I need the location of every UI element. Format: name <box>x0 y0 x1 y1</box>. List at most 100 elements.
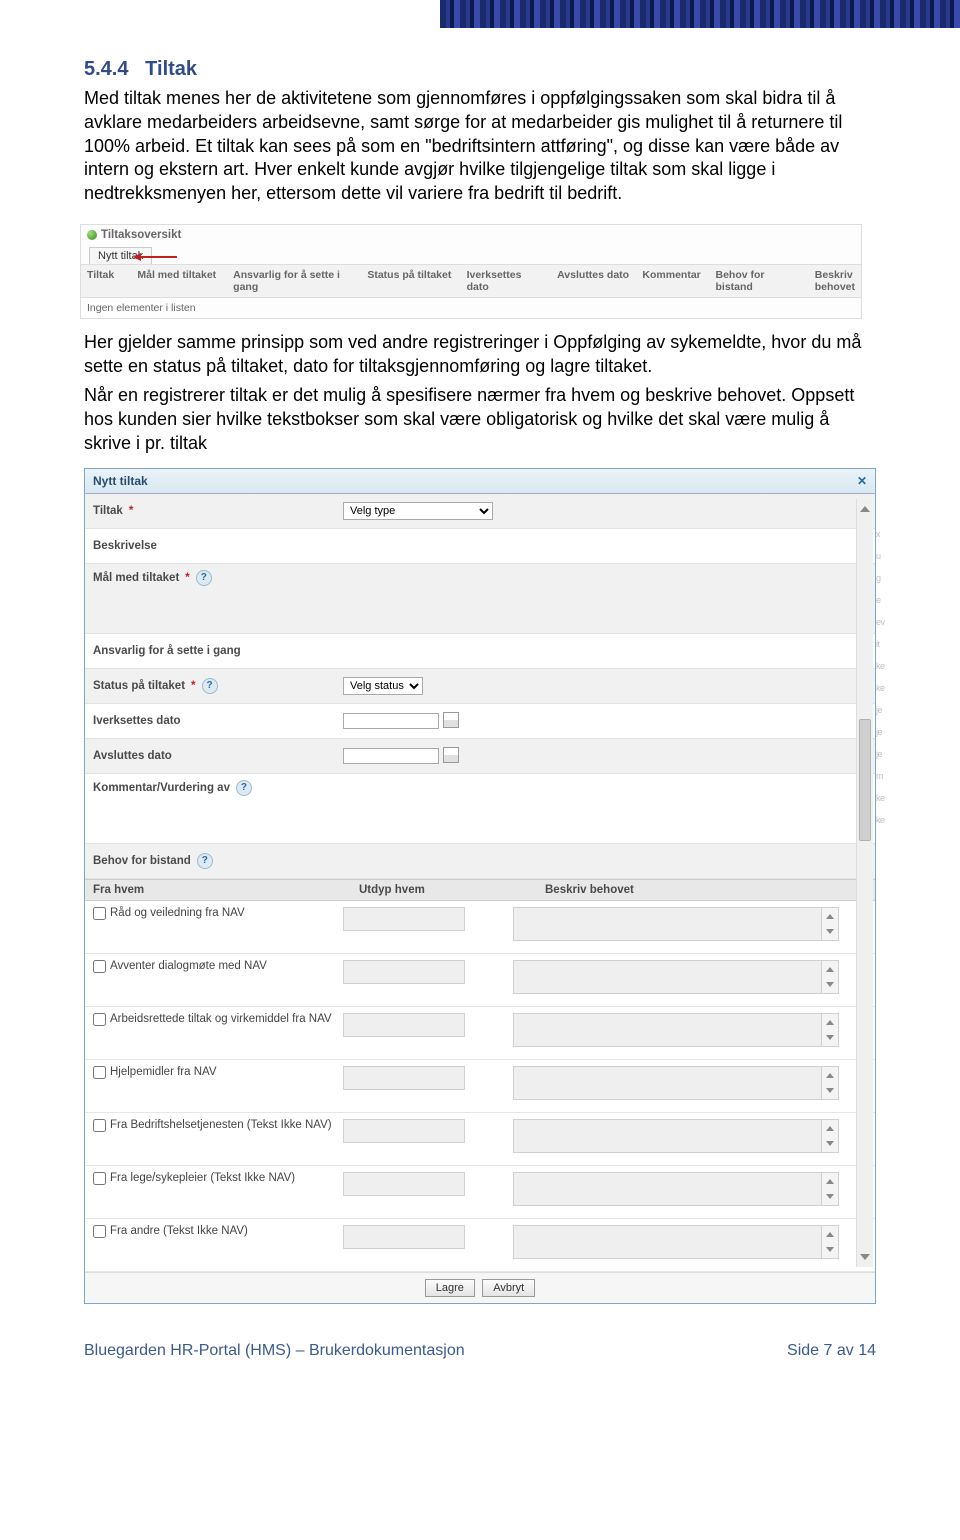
col-tiltak: Tiltak <box>81 265 131 297</box>
footer-right: Side 7 av 14 <box>787 1342 876 1360</box>
bistand-checkbox[interactable] <box>93 1172 106 1185</box>
input-iverksettes-dato[interactable] <box>343 713 439 729</box>
input-avsluttes-dato[interactable] <box>343 748 439 764</box>
select-status[interactable]: Velg status <box>343 677 423 695</box>
bistand-utdyp-input[interactable] <box>343 1066 465 1090</box>
overview-header: Tiltaksoversikt <box>101 229 181 241</box>
bistand-row: Fra andre (Tekst Ikke NAV) <box>85 1219 875 1272</box>
label-kommentar: Kommentar/Vurdering av <box>93 782 230 794</box>
bistand-col-beskriv: Beskriv behovet <box>537 880 875 900</box>
bistand-row: Hjelpemidler fra NAV <box>85 1060 875 1113</box>
col-maal: Mål med tiltaket <box>131 265 227 297</box>
bistand-beskriv-input[interactable] <box>513 1172 839 1206</box>
bistand-utdyp-input[interactable] <box>343 907 465 931</box>
bistand-checkbox[interactable] <box>93 960 106 973</box>
paragraph-1: Med tiltak menes her de aktivitetene som… <box>84 87 876 206</box>
bistand-checkbox[interactable] <box>93 1013 106 1026</box>
cancel-button[interactable]: Avbryt <box>482 1279 535 1297</box>
screenshot-nytt-tiltak-dialog: Nytt tiltak ✕ Tiltak * Velg type Beskrive… <box>84 468 876 1304</box>
bistand-col-utdyp: Utdyp hvem <box>351 880 537 900</box>
bistand-label: Hjelpemidler fra NAV <box>110 1066 217 1078</box>
bistand-label: Fra Bedriftshelsetjenesten (Tekst Ikke N… <box>110 1119 332 1131</box>
dialog-title-bar: Nytt tiltak ✕ <box>85 469 875 494</box>
row-beskrivelse: Beskrivelse <box>85 529 875 564</box>
row-iverksettes: Iverksettes dato <box>85 704 875 739</box>
row-maal: Mål med tiltaket *? <box>85 564 875 634</box>
textarea-scrollbar[interactable] <box>821 1014 838 1046</box>
top-decoration-bar <box>440 0 960 28</box>
label-beskrivelse: Beskrivelse <box>93 540 157 552</box>
overview-columns: Tiltak Mål med tiltaket Ansvarlig for å … <box>81 264 861 298</box>
bistand-label: Råd og veiledning fra NAV <box>110 907 245 919</box>
bistand-utdyp-input[interactable] <box>343 1119 465 1143</box>
textarea-scrollbar[interactable] <box>821 1226 838 1258</box>
bistand-checkbox[interactable] <box>93 1119 106 1132</box>
red-arrow-annotation <box>137 256 177 258</box>
textarea-scrollbar[interactable] <box>821 961 838 993</box>
bistand-header: Fra hvem Utdyp hvem Beskriv behovet <box>85 879 875 901</box>
row-ansvarlig: Ansvarlig for å sette i gang <box>85 634 875 669</box>
label-ansvarlig: Ansvarlig for å sette i gang <box>93 645 241 657</box>
col-status: Status på tiltaket <box>361 265 460 297</box>
label-iverksettes: Iverksettes dato <box>93 715 181 727</box>
required-star: * <box>185 572 189 584</box>
close-icon[interactable]: ✕ <box>857 474 867 488</box>
label-avsluttes: Avsluttes dato <box>93 750 172 762</box>
bistand-label: Arbeidsrettede tiltak og virkemiddel fra… <box>110 1013 332 1025</box>
label-tiltak: Tiltak <box>93 505 123 517</box>
bistand-beskriv-input[interactable] <box>513 960 839 994</box>
calendar-icon[interactable] <box>443 712 459 728</box>
bistand-checkbox[interactable] <box>93 1225 106 1238</box>
textarea-scrollbar[interactable] <box>821 1120 838 1152</box>
bistand-label: Fra lege/sykepleier (Tekst Ikke NAV) <box>110 1172 295 1184</box>
bistand-utdyp-input[interactable] <box>343 1013 465 1037</box>
bistand-beskriv-input[interactable] <box>513 1225 839 1259</box>
bistand-label: Avventer dialogmøte med NAV <box>110 960 267 972</box>
background-ghost-text: xugeevitkekejejejemkeke <box>876 523 890 1264</box>
help-icon[interactable]: ? <box>236 780 252 796</box>
bistand-checkbox[interactable] <box>93 907 106 920</box>
col-iverksettes: Iverksettes dato <box>461 265 552 297</box>
bistand-beskriv-input[interactable] <box>513 1119 839 1153</box>
footer-left: Bluegarden HR-Portal (HMS) – Brukerdokum… <box>84 1342 465 1360</box>
bistand-beskriv-input[interactable] <box>513 1066 839 1100</box>
bistand-row: Fra lege/sykepleier (Tekst Ikke NAV) <box>85 1166 875 1219</box>
textarea-scrollbar[interactable] <box>821 1173 838 1205</box>
bistand-row: Avventer dialogmøte med NAV <box>85 954 875 1007</box>
dialog-buttons: Lagre Avbryt <box>85 1272 875 1303</box>
row-avsluttes: Avsluttes dato <box>85 739 875 774</box>
bistand-utdyp-input[interactable] <box>343 960 465 984</box>
select-tiltak-type[interactable]: Velg type <box>343 502 493 520</box>
required-star: * <box>129 505 133 517</box>
bistand-checkbox[interactable] <box>93 1066 106 1079</box>
textarea-scrollbar[interactable] <box>821 908 838 940</box>
page-footer: Bluegarden HR-Portal (HMS) – Brukerdokum… <box>0 1314 960 1380</box>
bistand-beskriv-input[interactable] <box>513 1013 839 1047</box>
empty-list-text: Ingen elementer i listen <box>81 298 861 318</box>
bistand-utdyp-input[interactable] <box>343 1225 465 1249</box>
scrollbar-thumb[interactable] <box>859 719 871 841</box>
bistand-row: Fra Bedriftshelsetjenesten (Tekst Ikke N… <box>85 1113 875 1166</box>
row-behov: Behov for bistand? <box>85 844 875 879</box>
required-star: * <box>191 680 195 692</box>
paragraph-3: Når en registrerer tiltak er det mulig å… <box>84 384 876 455</box>
row-status: Status på tiltaket*? Velg status <box>85 669 875 704</box>
textarea-scrollbar[interactable] <box>821 1067 838 1099</box>
help-icon[interactable]: ? <box>202 678 218 694</box>
calendar-icon[interactable] <box>443 747 459 763</box>
paragraph-2: Her gjelder samme prinsipp som ved andre… <box>84 331 876 379</box>
bistand-col-fra-hvem: Fra hvem <box>85 880 351 900</box>
bistand-beskriv-input[interactable] <box>513 907 839 941</box>
save-button[interactable]: Lagre <box>425 1279 475 1297</box>
label-maal: Mål med tiltaket <box>93 572 179 584</box>
bistand-utdyp-input[interactable] <box>343 1172 465 1196</box>
screenshot-tiltaksoversikt: Tiltaksoversikt Nytt tiltak Tiltak Mål m… <box>80 224 862 319</box>
row-kommentar: Kommentar/Vurdering av? <box>85 774 875 844</box>
col-avsluttes: Avsluttes dato <box>551 265 636 297</box>
section-title: Tiltak <box>145 58 197 80</box>
col-behov: Behov for bistand <box>709 265 808 297</box>
help-icon[interactable]: ? <box>196 570 212 586</box>
help-icon[interactable]: ? <box>197 853 213 869</box>
dialog-scrollbar[interactable] <box>856 499 873 1267</box>
bistand-label: Fra andre (Tekst Ikke NAV) <box>110 1225 248 1237</box>
